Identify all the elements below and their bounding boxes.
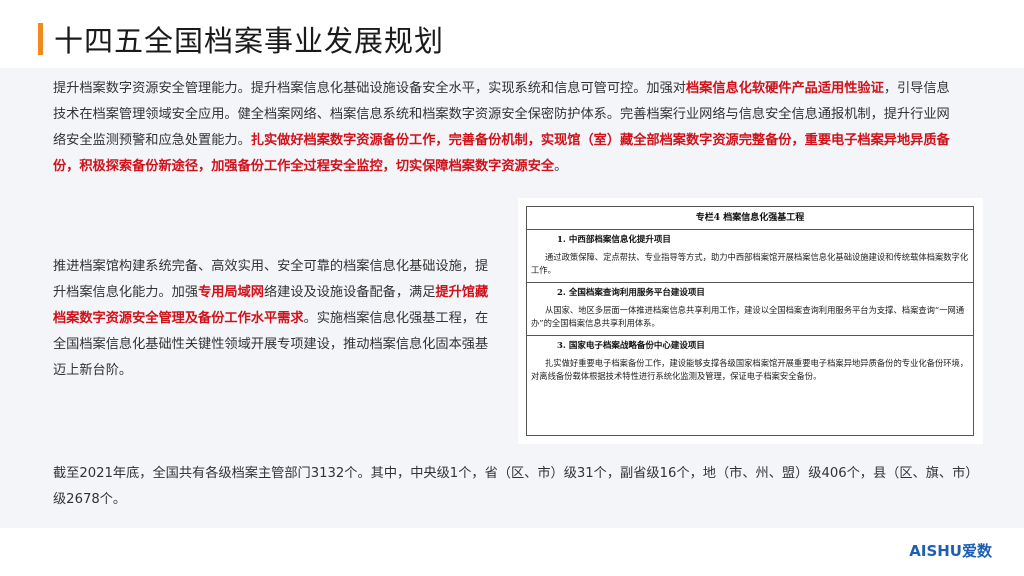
- table-section-1: 1. 中西部档案信息化提升项目 通过政策保障、定点帮扶、专业指导等方式，助力中西…: [527, 230, 973, 283]
- section-heading: 2. 全国档案查询利用服务平台建设项目: [557, 288, 705, 298]
- table-title: 专栏4 档案信息化强基工程: [527, 207, 973, 230]
- brand-logo: AISHU爱数: [909, 540, 992, 564]
- header: 十四五全国档案事业发展规划: [0, 0, 1024, 68]
- paragraph-infrastructure: 推进档案馆构建系统完备、高效实用、安全可靠的档案信息化基础设施，提升档案信息化能…: [53, 254, 491, 384]
- section-heading: 3. 国家电子档案战略备份中心建设项目: [557, 341, 705, 351]
- section-body: 通过政策保障、定点帮扶、专业指导等方式，助力中西部档案馆开展档案信息化基础设施建…: [531, 252, 969, 275]
- paragraph-statistics: 截至2021年底，全国共有各级档案主管部门3132个。其中，中央级1个，省（区、…: [53, 466, 972, 507]
- paragraph-security-management: 提升档案数字资源安全管理能力。提升档案信息化基础设施设备安全水平，实现系统和信息…: [53, 76, 953, 180]
- table-section-2: 2. 全国档案查询利用服务平台建设项目 从国家、地区多层面一体推进档案信息共享利…: [527, 283, 973, 336]
- title-accent-bar: [38, 23, 43, 55]
- section-body: 扎实做好重要电子档案备份工作，建设能够支撑各级国家档案馆开展重要电子档案异地异质…: [531, 358, 969, 381]
- program-table: 专栏4 档案信息化强基工程 1. 中西部档案信息化提升项目 通过政策保障、定点帮…: [526, 206, 974, 436]
- page-title: 十四五全国档案事业发展规划: [54, 24, 445, 58]
- table-section-3: 3. 国家电子档案战略备份中心建设项目 扎实做好重要电子档案备份工作，建设能够支…: [527, 336, 973, 388]
- paragraph-text: 。: [554, 159, 568, 174]
- column-table-image: 专栏4 档案信息化强基工程 1. 中西部档案信息化提升项目 通过政策保障、定点帮…: [518, 198, 983, 444]
- highlighted-text: 专用局域网: [198, 285, 264, 300]
- section-heading: 1. 中西部档案信息化提升项目: [557, 235, 671, 245]
- paragraph-text: 提升档案数字资源安全管理能力。提升档案信息化基础设施设备安全水平，实现系统和信息…: [53, 81, 686, 96]
- highlighted-text: 档案信息化软硬件产品适用性验证: [686, 81, 884, 96]
- section-body: 从国家、地区多层面一体推进档案信息共享利用工作，建设以全国档案查询利用服务平台为…: [531, 305, 965, 328]
- brand-logo-text: AISHU爱数: [909, 542, 992, 560]
- paragraph-text: 络建设及设施设备配备，满足: [264, 285, 436, 300]
